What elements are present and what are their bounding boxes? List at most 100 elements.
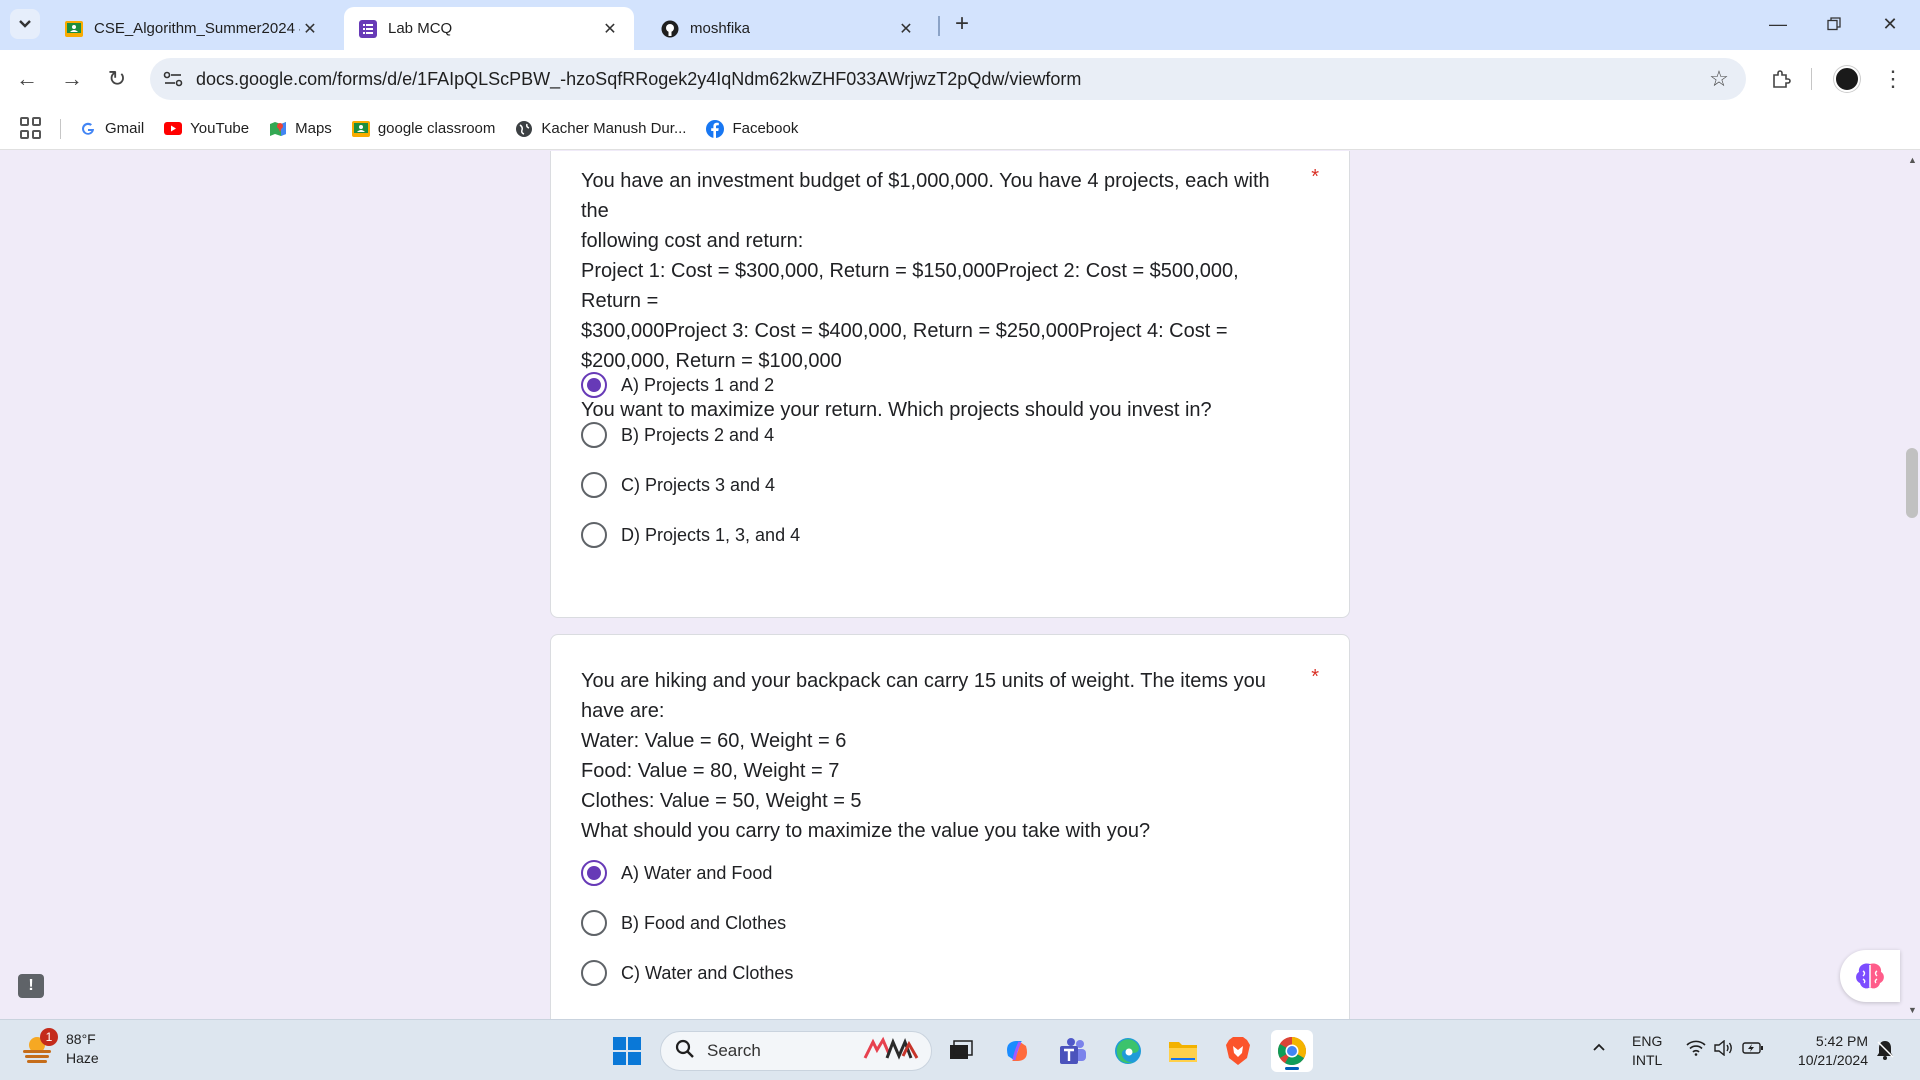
menu-button[interactable]: ⋮ xyxy=(1876,62,1910,96)
tab-lab-mcq[interactable]: Lab MCQ ✕ xyxy=(344,7,634,50)
option-c[interactable]: C) Water and Clothes xyxy=(581,958,793,988)
feedback-icon[interactable]: ! xyxy=(18,974,44,998)
question-line: following cost and return: xyxy=(581,230,804,252)
more-vertical-icon: ⋮ xyxy=(1882,66,1904,91)
form-page: You have an investment budget of $1,000,… xyxy=(0,151,1920,1019)
apps-grid-icon[interactable] xyxy=(20,116,44,141)
close-icon[interactable]: ✕ xyxy=(600,19,620,39)
bookmark-youtube[interactable]: YouTube xyxy=(164,120,249,138)
restore-icon xyxy=(1827,17,1841,31)
page-scrollbar[interactable]: ▲ ▼ xyxy=(1904,151,1920,1019)
bookmark-google-classroom[interactable]: google classroom xyxy=(351,120,495,138)
teams-icon xyxy=(1060,1038,1086,1064)
close-icon[interactable]: ✕ xyxy=(300,19,320,39)
file-explorer-button[interactable] xyxy=(1162,1030,1204,1072)
windows-logo-icon xyxy=(613,1037,641,1065)
radio-button[interactable] xyxy=(581,960,607,986)
language-indicator[interactable]: ENG INTL xyxy=(1632,1032,1662,1070)
new-tab-button[interactable]: + xyxy=(950,10,974,37)
extensions-button[interactable] xyxy=(1764,62,1798,96)
tab-classroom[interactable]: CSE_Algorithm_Summer2024 4 ✕ xyxy=(50,7,334,50)
edge-icon xyxy=(1115,1038,1141,1064)
bookmark-label: Kacher Manush Dur... xyxy=(541,120,687,137)
radio-button[interactable] xyxy=(581,472,607,498)
system-tray-status[interactable] xyxy=(1686,1040,1764,1056)
wifi-icon xyxy=(1686,1040,1706,1056)
task-view-icon xyxy=(950,1040,973,1059)
teams-button[interactable] xyxy=(1052,1030,1094,1072)
bookmark-label: Gmail xyxy=(105,120,145,137)
bookmark-kacher-manush[interactable]: Kacher Manush Dur... xyxy=(515,120,686,138)
taskbar-search[interactable]: Search xyxy=(660,1031,932,1071)
tab-github[interactable]: moshfika ✕ xyxy=(646,7,930,50)
required-asterisk: * xyxy=(1311,666,1319,688)
scroll-up-arrow-icon[interactable]: ▲ xyxy=(1908,155,1917,165)
tab-search-dropdown-button[interactable] xyxy=(10,9,40,39)
option-label: C) Water and Clothes xyxy=(621,962,794,983)
github-icon xyxy=(660,19,680,39)
edge-button[interactable] xyxy=(1107,1030,1149,1072)
notifications-button[interactable] xyxy=(1876,1040,1894,1065)
bookmark-star-icon[interactable]: ☆ xyxy=(1704,64,1734,94)
option-a[interactable]: A) Water and Food xyxy=(581,858,772,888)
radio-button[interactable] xyxy=(581,860,607,886)
question-line: You are hiking and your backpack can car… xyxy=(581,670,1266,692)
option-b[interactable]: B) Food and Clothes xyxy=(581,908,786,938)
option-c[interactable]: C) Projects 3 and 4 xyxy=(581,470,775,500)
radio-button[interactable] xyxy=(581,422,607,448)
question-line: What should you carry to maximize the va… xyxy=(581,820,1151,842)
notification-badge: 1 xyxy=(40,1028,58,1046)
address-bar[interactable]: docs.google.com/forms/d/e/1FAIpQLScPBW_-… xyxy=(150,58,1746,100)
weather-condition: Haze xyxy=(66,1050,99,1066)
option-label: B) Projects 2 and 4 xyxy=(621,424,775,445)
reload-icon: ↻ xyxy=(107,66,127,91)
option-a[interactable]: A) Projects 1 and 2 xyxy=(581,370,774,400)
tab-title: Lab MCQ xyxy=(388,20,453,37)
question-card: You are hiking and your backpack can car… xyxy=(550,634,1350,1019)
forward-button[interactable]: → xyxy=(55,62,89,96)
keyboard-layout: INTL xyxy=(1632,1052,1663,1068)
radio-dot xyxy=(587,378,601,392)
window-close-button[interactable]: ✕ xyxy=(1870,8,1910,40)
reload-button[interactable]: ↻ xyxy=(100,62,134,96)
battery-icon xyxy=(1742,1042,1763,1054)
chrome-button[interactable] xyxy=(1271,1030,1313,1072)
google-classroom-icon xyxy=(64,19,84,39)
bookmarks-divider xyxy=(60,118,61,139)
language-code: ENG xyxy=(1632,1033,1663,1049)
option-b[interactable]: B) Projects 2 and 4 xyxy=(581,420,774,450)
google-icon xyxy=(79,120,97,138)
option-d[interactable]: D) Projects 1, 3, and 4 xyxy=(581,520,800,550)
show-hidden-icons-button[interactable] xyxy=(1592,1038,1606,1057)
radio-button[interactable] xyxy=(581,910,607,936)
google-forms-icon xyxy=(358,19,378,39)
close-icon: ✕ xyxy=(1882,13,1898,34)
scroll-down-arrow-icon[interactable]: ▼ xyxy=(1908,1005,1917,1015)
scrollbar-thumb[interactable] xyxy=(1906,448,1918,518)
radio-button[interactable] xyxy=(581,372,607,398)
url-text[interactable]: docs.google.com/forms/d/e/1FAIpQLScPBW_-… xyxy=(196,69,1704,90)
close-icon[interactable]: ✕ xyxy=(896,19,916,39)
extension-floating-button[interactable] xyxy=(1840,950,1900,1002)
clock-time: 5:42 PM xyxy=(1815,1033,1868,1049)
search-highlight-icon xyxy=(863,1036,923,1067)
bookmark-maps[interactable]: Maps xyxy=(269,120,332,138)
bookmark-gmail[interactable]: Gmail xyxy=(79,120,144,138)
bookmark-facebook[interactable]: Facebook xyxy=(706,119,798,138)
option-label: A) Water and Food xyxy=(621,862,773,883)
site-info-icon[interactable] xyxy=(158,64,188,94)
profile-avatar[interactable] xyxy=(1834,66,1860,92)
copilot-button[interactable] xyxy=(996,1030,1038,1072)
minimize-button[interactable]: — xyxy=(1758,8,1798,40)
clock[interactable]: 5:42 PM 10/21/2024 xyxy=(1784,1032,1868,1070)
notification-bell-icon xyxy=(1877,1041,1894,1060)
radio-button[interactable] xyxy=(581,522,607,548)
task-view-button[interactable] xyxy=(940,1030,982,1072)
restore-button[interactable] xyxy=(1814,8,1854,40)
question-text: You are hiking and your backpack can car… xyxy=(581,666,1301,846)
brave-button[interactable] xyxy=(1217,1030,1259,1072)
volume-icon xyxy=(1714,1040,1732,1056)
weather-widget[interactable]: 1 88°F Haze xyxy=(20,1028,99,1068)
start-button[interactable] xyxy=(606,1030,648,1072)
back-button[interactable]: ← xyxy=(10,62,44,96)
